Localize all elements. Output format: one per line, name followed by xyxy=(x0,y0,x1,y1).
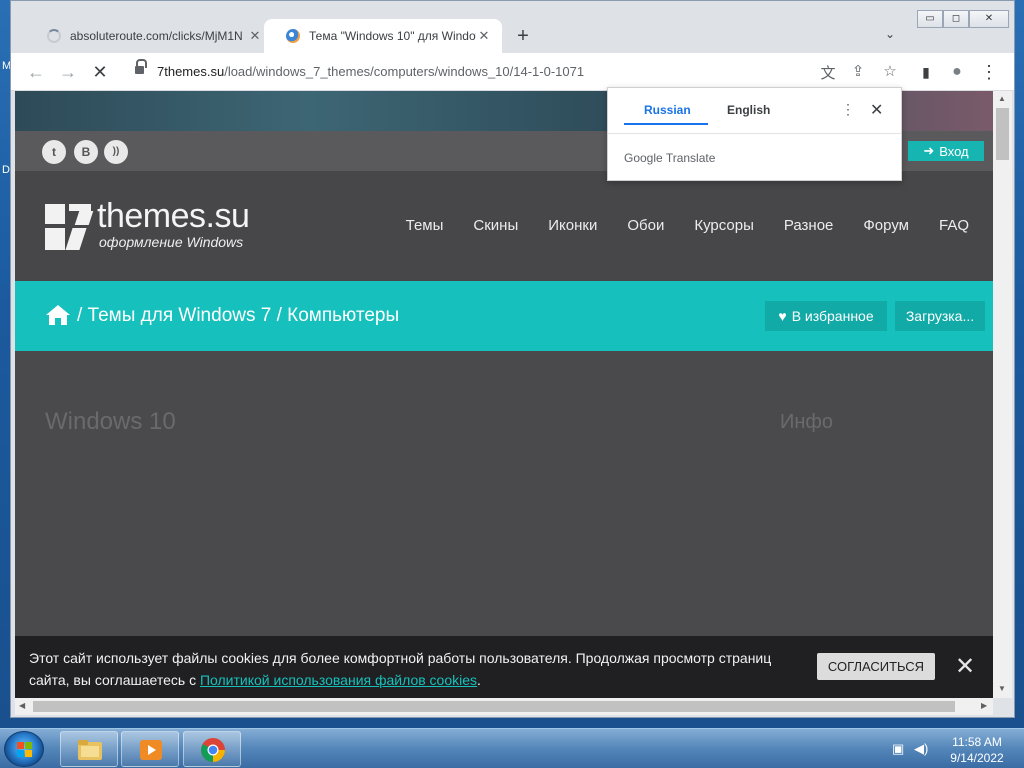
clock-date: 9/14/2022 xyxy=(950,751,1004,765)
start-button[interactable] xyxy=(4,731,44,767)
scroll-up-icon[interactable]: ▲ xyxy=(998,94,1006,103)
profile-avatar-icon[interactable]: ● xyxy=(946,62,968,82)
rss-icon[interactable]: )) xyxy=(104,140,128,164)
download-button[interactable]: Загрузка... xyxy=(895,301,985,331)
info-label: Инфо xyxy=(780,411,833,433)
heart-icon: ♥ xyxy=(778,308,787,324)
login-label: Вход xyxy=(939,143,969,159)
login-icon: ➜ xyxy=(923,143,935,158)
tab-close-icon[interactable]: ✕ xyxy=(476,28,492,44)
active-tab-indicator xyxy=(624,123,708,125)
scroll-thumb[interactable] xyxy=(33,701,955,712)
favorite-label: В избранное xyxy=(791,308,874,324)
url-text[interactable]: 7themes.su/load/windows_7_themes/compute… xyxy=(157,64,584,79)
nav-item-cursors[interactable]: Курсоры xyxy=(694,217,754,234)
cookie-text: Этот сайт использует файлы cookies для б… xyxy=(29,650,772,688)
back-button[interactable]: ← xyxy=(25,62,47,82)
desktop-edge-text: D xyxy=(2,164,10,176)
logo-icon[interactable] xyxy=(45,204,94,250)
page-viewport: t B )) ➜ Вход themes.su оформление Windo… xyxy=(15,91,993,698)
system-tray: ▣ ◀) 11:58 AM 9/14/2022 xyxy=(880,729,1024,768)
scroll-left-icon[interactable]: ◀ xyxy=(19,701,25,710)
nav-item-icons[interactable]: Иконки xyxy=(548,217,597,234)
taskbar-chrome[interactable] xyxy=(183,731,241,767)
breadcrumb-bar: / Темы для Windows 7 / Компьютеры ♥ В из… xyxy=(15,281,993,351)
taskbar-explorer[interactable] xyxy=(60,731,118,767)
scroll-thumb[interactable] xyxy=(996,108,1009,160)
side-panel-icon[interactable]: ▮ xyxy=(915,62,937,82)
clock-time: 11:58 AM xyxy=(952,735,1002,749)
bookmark-star-icon[interactable]: ☆ xyxy=(879,62,901,80)
add-favorite-button[interactable]: ♥ В избранное xyxy=(765,301,887,331)
network-icon[interactable]: ▣ xyxy=(892,741,904,757)
ie-favicon-icon xyxy=(286,29,300,43)
divider xyxy=(608,133,901,134)
tab-search-icon[interactable]: ⌄ xyxy=(885,27,895,41)
share-icon[interactable]: ⇪ xyxy=(847,62,869,80)
translate-popup: Russian English ⋮ ✕ Google Translate xyxy=(607,87,902,181)
tab-close-icon[interactable]: ✕ xyxy=(247,28,263,44)
main-nav: Темы Скины Иконки Обои Курсоры Разное Фо… xyxy=(406,217,969,234)
minimize-button[interactable]: ▭ xyxy=(917,10,943,28)
cookie-banner: Этот сайт использует файлы cookies для б… xyxy=(15,636,993,698)
address-bar[interactable]: 7themes.su/load/windows_7_themes/compute… xyxy=(123,58,913,86)
translate-source-tab[interactable]: Russian xyxy=(644,103,691,117)
media-player-icon xyxy=(140,740,162,760)
nav-item-skins[interactable]: Скины xyxy=(473,217,518,234)
nav-item-forum[interactable]: Форум xyxy=(863,217,909,234)
horizontal-scrollbar[interactable]: ◀ ▶ xyxy=(15,698,993,715)
windows-logo-icon xyxy=(17,742,33,758)
twitter-icon[interactable]: t xyxy=(42,140,66,164)
new-tab-button[interactable]: + xyxy=(511,25,535,48)
nav-item-misc[interactable]: Разное xyxy=(784,217,834,234)
translate-icon[interactable]: 文 xyxy=(817,62,839,83)
forward-button[interactable]: → xyxy=(57,62,79,82)
loading-spinner-icon xyxy=(47,29,61,43)
taskbar-media-player[interactable] xyxy=(121,731,179,767)
logo-subtitle: оформление Windows xyxy=(99,234,244,250)
tab-strip: absoluteroute.com/clicks/MjM1N ✕ Тема "W… xyxy=(11,1,1014,53)
translate-close-icon[interactable]: ✕ xyxy=(870,100,883,120)
cookie-accept-button[interactable]: СОГЛАСИТЬСЯ xyxy=(817,653,935,680)
breadcrumb[interactable]: / Темы для Windows 7 / Компьютеры xyxy=(77,305,399,327)
scroll-down-icon[interactable]: ▼ xyxy=(998,684,1006,693)
page-title: Windows 10 xyxy=(45,408,176,435)
cookie-close-icon[interactable]: ✕ xyxy=(953,652,977,681)
taskbar: ▣ ◀) 11:58 AM 9/14/2022 xyxy=(0,728,1024,768)
login-button[interactable]: ➜ Вход xyxy=(908,141,984,161)
google-translate-label: Google Translate xyxy=(624,151,716,165)
tab-title: absoluteroute.com/clicks/MjM1N xyxy=(70,29,243,43)
browser-toolbar: ← → ✕ 7themes.su/load/windows_7_themes/c… xyxy=(11,53,1014,91)
site-header: themes.su оформление Windows Темы Скины … xyxy=(15,171,993,281)
tab-7themes[interactable]: Тема "Windows 10" для Windows ✕ xyxy=(264,19,502,53)
browser-menu-icon[interactable]: ⋮ xyxy=(978,62,1000,82)
cookie-policy-link[interactable]: Политикой использования файлов cookies xyxy=(200,672,477,688)
close-window-button[interactable]: ✕ xyxy=(969,10,1009,28)
volume-icon[interactable]: ◀) xyxy=(914,741,928,757)
tab-title: Тема "Windows 10" для Windows xyxy=(309,29,476,43)
vertical-scrollbar[interactable]: ▲ ▼ xyxy=(993,91,1012,698)
lock-icon[interactable] xyxy=(135,59,147,75)
scroll-right-icon[interactable]: ▶ xyxy=(981,701,987,710)
stop-loading-button[interactable]: ✕ xyxy=(89,62,111,82)
chrome-icon xyxy=(201,738,225,762)
logo-text[interactable]: themes.su xyxy=(97,197,250,236)
tab-absoluteroute[interactable]: absoluteroute.com/clicks/MjM1N ✕ xyxy=(25,19,273,53)
vk-icon[interactable]: B xyxy=(74,140,98,164)
maximize-button[interactable]: ◻ xyxy=(943,10,969,28)
nav-item-wallpapers[interactable]: Обои xyxy=(627,217,664,234)
translate-menu-icon[interactable]: ⋮ xyxy=(841,101,855,118)
clock[interactable]: 11:58 AM 9/14/2022 xyxy=(938,734,1016,766)
nav-item-faq[interactable]: FAQ xyxy=(939,217,969,234)
nav-item-themes[interactable]: Темы xyxy=(406,217,444,234)
folder-icon xyxy=(78,740,102,760)
translate-target-tab[interactable]: English xyxy=(727,103,770,117)
home-icon[interactable] xyxy=(45,304,71,326)
